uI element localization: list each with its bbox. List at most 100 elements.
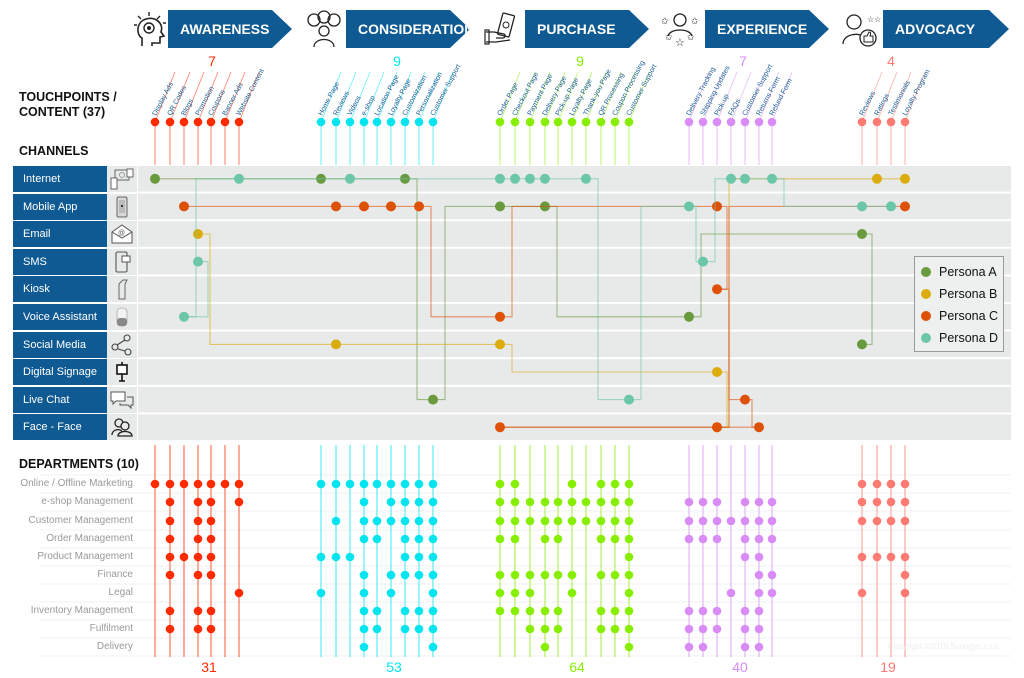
- customer-journey-map: AWARENESS CONSIDERATION PURCHASE ✩ ✩ ✩ ✩ ☆ E…: [0, 0, 1024, 678]
- journey-step-dot[interactable]: [150, 173, 160, 184]
- touchpoint-dot[interactable]: [428, 117, 438, 127]
- touchpoint-dot[interactable]: [400, 117, 410, 127]
- journey-step-dot[interactable]: [698, 256, 708, 267]
- journey-step-dot[interactable]: [234, 173, 244, 184]
- journey-step-dot[interactable]: [684, 311, 694, 322]
- touchpoint-dot[interactable]: [510, 117, 520, 127]
- touchpoint-dot[interactable]: [179, 117, 189, 127]
- journey-step-dot[interactable]: [581, 173, 591, 184]
- touchpoint-dot[interactable]: [900, 117, 910, 127]
- touchpoint-dot[interactable]: [150, 117, 160, 127]
- journey-step-dot[interactable]: [740, 394, 750, 405]
- journey-step-dot[interactable]: [510, 173, 520, 184]
- department-dot: [495, 588, 505, 598]
- legend-dot-icon: [921, 267, 931, 277]
- journey-step-dot[interactable]: [857, 201, 867, 212]
- journey-step-dot[interactable]: [495, 339, 505, 350]
- journey-step-dot[interactable]: [857, 229, 867, 239]
- touchpoint-dot[interactable]: [740, 117, 750, 127]
- department-dot: [220, 479, 230, 489]
- touchpoint-dot[interactable]: [596, 117, 606, 127]
- touchpoint-dot[interactable]: [857, 117, 867, 127]
- journey-step-dot[interactable]: [900, 201, 910, 212]
- touchpoint-dot[interactable]: [610, 117, 620, 127]
- journey-step-dot[interactable]: [872, 173, 882, 184]
- journey-step-dot[interactable]: [712, 367, 722, 377]
- journey-step-dot[interactable]: [386, 201, 396, 212]
- journey-step-dot[interactable]: [495, 173, 505, 184]
- journey-step-dot[interactable]: [740, 173, 750, 184]
- journey-step-dot[interactable]: [495, 422, 505, 433]
- touchpoint-dot[interactable]: [567, 117, 577, 127]
- journey-step-dot[interactable]: [525, 173, 535, 184]
- touchpoint-dot[interactable]: [220, 117, 230, 127]
- department-dot: [359, 642, 369, 652]
- journey-step-dot[interactable]: [495, 201, 505, 212]
- journey-step-dot[interactable]: [331, 339, 341, 350]
- journey-step-dot[interactable]: [900, 173, 910, 184]
- touchpoint-dot[interactable]: [726, 117, 736, 127]
- touchpoint-dot[interactable]: [754, 117, 764, 127]
- journey-step-dot[interactable]: [414, 201, 424, 212]
- touchpoint-dot[interactable]: [872, 117, 882, 127]
- journey-step-dot[interactable]: [495, 311, 505, 322]
- department-dot: [525, 497, 535, 507]
- department-dot: [624, 624, 634, 634]
- department-dot: [234, 588, 244, 598]
- touchpoint-dot[interactable]: [345, 117, 355, 127]
- touchpoint-dot[interactable]: [495, 117, 505, 127]
- journey-step-dot[interactable]: [712, 422, 722, 433]
- journey-step-dot[interactable]: [857, 339, 867, 350]
- touchpoint-dot[interactable]: [624, 117, 634, 127]
- journey-step-dot[interactable]: [624, 394, 634, 405]
- department-dot: [206, 479, 216, 489]
- journey-step-dot[interactable]: [193, 256, 203, 267]
- touchpoint-dot[interactable]: [234, 117, 244, 127]
- department-dot: [400, 497, 410, 507]
- touchpoint-dot[interactable]: [193, 117, 203, 127]
- department-dot: [872, 552, 882, 562]
- touchpoint-dot[interactable]: [165, 117, 175, 127]
- journey-step-dot[interactable]: [726, 173, 736, 184]
- department-dot: [581, 497, 591, 507]
- touchpoint-dot[interactable]: [316, 117, 326, 127]
- journey-step-dot[interactable]: [540, 173, 550, 184]
- journey-step-dot[interactable]: [712, 284, 722, 295]
- department-dot: [316, 588, 326, 598]
- touchpoint-dot[interactable]: [712, 117, 722, 127]
- department-dot: [510, 570, 520, 580]
- department-dot: [684, 534, 694, 544]
- touchpoint-dot[interactable]: [540, 117, 550, 127]
- touchpoint-dot[interactable]: [698, 117, 708, 127]
- department-dot: [857, 497, 867, 507]
- department-dot: [857, 552, 867, 562]
- department-delivery: Delivery: [96, 641, 133, 652]
- touchpoint-dot[interactable]: [581, 117, 591, 127]
- touchpoint-dot[interactable]: [331, 117, 341, 127]
- department-dot: [165, 497, 175, 507]
- journey-step-dot[interactable]: [179, 311, 189, 322]
- touchpoint-dot[interactable]: [206, 117, 216, 127]
- journey-step-dot[interactable]: [428, 394, 438, 405]
- journey-step-dot[interactable]: [359, 201, 369, 212]
- journey-step-dot[interactable]: [193, 229, 203, 239]
- department-dot: [359, 479, 369, 489]
- touchpoint-dot[interactable]: [414, 117, 424, 127]
- journey-step-dot[interactable]: [684, 201, 694, 212]
- journey-step-dot[interactable]: [767, 173, 777, 184]
- journey-step-dot[interactable]: [345, 173, 355, 184]
- touchpoint-dot[interactable]: [767, 117, 777, 127]
- journey-step-dot[interactable]: [179, 201, 189, 212]
- touchpoint-dot[interactable]: [372, 117, 382, 127]
- touchpoint-dot[interactable]: [386, 117, 396, 127]
- department-dot: [316, 479, 326, 489]
- journey-step-dot[interactable]: [331, 201, 341, 212]
- touchpoint-dot[interactable]: [684, 117, 694, 127]
- journey-step-dot[interactable]: [886, 201, 896, 212]
- touchpoint-dot[interactable]: [525, 117, 535, 127]
- journey-step-dot[interactable]: [712, 201, 722, 212]
- journey-step-dot[interactable]: [754, 422, 764, 433]
- touchpoint-dot[interactable]: [553, 117, 563, 127]
- touchpoint-dot[interactable]: [359, 117, 369, 127]
- touchpoint-dot[interactable]: [886, 117, 896, 127]
